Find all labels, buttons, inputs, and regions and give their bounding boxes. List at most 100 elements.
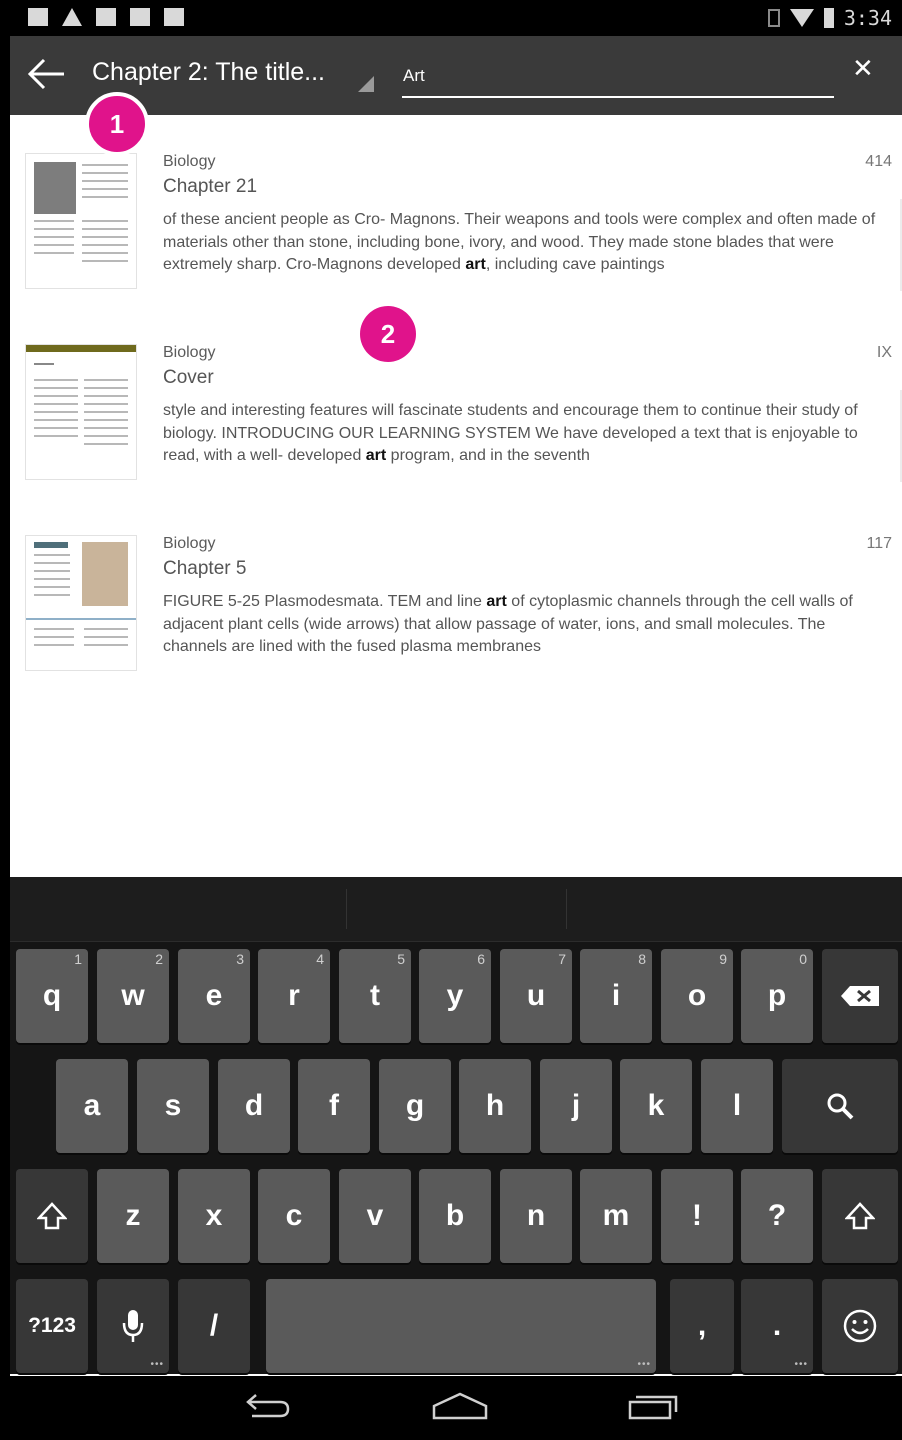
download-icon	[96, 8, 116, 26]
soft-keyboard: q1 w2 e3 r4 t5 y6 u7 i8 o9 p0 a s d f g …	[10, 877, 902, 1374]
result-snippet: FIGURE 5-25 Plasmodesmata. TEM and line …	[163, 593, 853, 655]
key-period[interactable]: . •••	[741, 1279, 813, 1373]
close-button[interactable]: ✕	[852, 54, 874, 84]
search-field[interactable]	[402, 58, 834, 98]
result-book: Biology	[163, 344, 216, 361]
key-f[interactable]: f	[298, 1059, 370, 1153]
key-d[interactable]: d	[218, 1059, 290, 1153]
mic-key[interactable]: •••	[97, 1279, 169, 1373]
key-l[interactable]: l	[701, 1059, 773, 1153]
callout-badge-2: 2	[360, 306, 416, 362]
shift-key-right[interactable]	[822, 1169, 898, 1263]
divider	[566, 889, 567, 929]
result-page-number: 117	[866, 535, 892, 552]
vibrate-icon	[767, 9, 780, 27]
key-o[interactable]: o9	[661, 949, 733, 1043]
key-m[interactable]: m	[580, 1169, 652, 1263]
callout-badge-1: 1	[85, 92, 149, 156]
microphone-icon	[122, 1310, 144, 1342]
page-thumbnail	[25, 344, 137, 480]
search-match: art	[486, 593, 507, 610]
home-icon	[432, 1392, 488, 1420]
key-exclamation[interactable]: !	[661, 1169, 733, 1263]
screenshot-icon	[28, 8, 48, 26]
bag-icon	[130, 8, 150, 26]
result-page-number: IX	[876, 344, 892, 361]
search-result[interactable]: Biology Cover IX style and interesting f…	[10, 306, 902, 497]
symbols-key[interactable]: ?123	[16, 1279, 88, 1373]
navigation-bar	[0, 1376, 902, 1440]
backspace-key[interactable]	[822, 949, 898, 1043]
page-thumbnail	[25, 153, 137, 289]
shift-icon	[845, 1202, 875, 1230]
search-header: Chapter 2: The title... ✕	[10, 36, 902, 115]
shift-key-left[interactable]	[16, 1169, 88, 1263]
result-page-number: 414	[865, 153, 892, 170]
key-r[interactable]: r4	[258, 949, 330, 1043]
back-nav-icon	[246, 1394, 290, 1418]
key-t[interactable]: t5	[339, 949, 411, 1043]
result-chapter: Cover	[163, 367, 214, 388]
back-button[interactable]	[26, 56, 66, 92]
key-c[interactable]: c	[258, 1169, 330, 1263]
clock: 3:34	[843, 6, 892, 30]
spacebar[interactable]: •••	[266, 1279, 656, 1373]
key-k[interactable]: k	[620, 1059, 692, 1153]
search-result[interactable]: Biology Chapter 21 414 of these ancient …	[10, 115, 902, 306]
key-y[interactable]: y6	[419, 949, 491, 1043]
result-book: Biology	[163, 153, 216, 170]
key-comma[interactable]: ,	[670, 1279, 734, 1373]
chapter-selector[interactable]: Chapter 2: The title...	[92, 58, 325, 87]
screen-edge	[0, 36, 10, 1376]
key-n[interactable]: n	[500, 1169, 572, 1263]
recents-icon	[628, 1395, 678, 1420]
key-i[interactable]: i8	[580, 949, 652, 1043]
search-result[interactable]: Biology Chapter 5 117 FIGURE 5-25 Plasmo…	[10, 497, 902, 688]
key-w[interactable]: w2	[97, 949, 169, 1043]
result-snippet: style and interesting features will fasc…	[163, 402, 858, 464]
wifi-icon	[789, 9, 814, 27]
shift-icon	[37, 1202, 67, 1230]
key-p[interactable]: p0	[741, 949, 813, 1043]
page-thumbnail	[25, 535, 137, 671]
result-book: Biology	[163, 535, 216, 552]
nav-back-button[interactable]	[240, 1390, 292, 1426]
dropdown-arrow-icon[interactable]	[358, 76, 374, 92]
divider	[346, 889, 347, 929]
warning-icon	[62, 8, 82, 26]
search-results: Biology Chapter 21 414 of these ancient …	[10, 115, 902, 688]
nav-home-button[interactable]	[430, 1390, 490, 1426]
key-v[interactable]: v	[339, 1169, 411, 1263]
result-chapter: Chapter 21	[163, 176, 258, 197]
search-match: art	[465, 256, 486, 273]
search-input[interactable]	[402, 58, 834, 94]
result-chapter: Chapter 5	[163, 558, 247, 579]
notification-icons	[28, 8, 184, 26]
key-q[interactable]: q1	[16, 949, 88, 1043]
bag-icon	[164, 8, 184, 26]
backspace-icon	[841, 986, 879, 1006]
key-x[interactable]: x	[178, 1169, 250, 1263]
arrow-left-icon	[27, 58, 64, 90]
key-s[interactable]: s	[137, 1059, 209, 1153]
search-match: art	[365, 447, 387, 464]
key-e[interactable]: e3	[178, 949, 250, 1043]
key-u[interactable]: u7	[500, 949, 572, 1043]
emoji-icon	[843, 1309, 877, 1343]
key-a[interactable]: a	[56, 1059, 128, 1153]
key-question[interactable]: ?	[741, 1169, 813, 1263]
nav-recents-button[interactable]	[626, 1390, 682, 1426]
result-snippet: of these ancient people as Cro- Magnons.…	[163, 211, 876, 273]
key-slash[interactable]: /	[178, 1279, 250, 1373]
battery-icon	[823, 8, 834, 28]
search-icon	[827, 1093, 854, 1120]
suggestion-strip	[10, 877, 902, 942]
key-b[interactable]: b	[419, 1169, 491, 1263]
close-icon: ✕	[852, 54, 874, 84]
key-h[interactable]: h	[459, 1059, 531, 1153]
key-g[interactable]: g	[379, 1059, 451, 1153]
search-key[interactable]	[782, 1059, 898, 1153]
emoji-key[interactable]	[822, 1279, 898, 1373]
key-j[interactable]: j	[540, 1059, 612, 1153]
key-z[interactable]: z	[97, 1169, 169, 1263]
